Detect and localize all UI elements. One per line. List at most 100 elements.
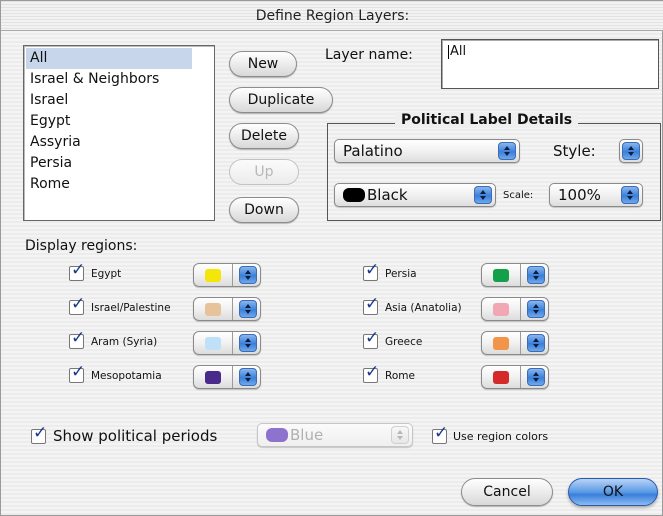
new-button[interactable]: New (229, 51, 297, 77)
checkmark-icon: ✓ (71, 294, 86, 314)
list-item[interactable]: Persia (24, 153, 214, 174)
label-color-popup[interactable]: Black (334, 183, 496, 207)
region-label: Rome (385, 370, 415, 382)
rome-checkbox[interactable]: ✓ (363, 364, 379, 383)
scale-popup[interactable]: 100% (549, 183, 643, 207)
aram-syria-color-popup[interactable] (193, 331, 261, 355)
window-title: Define Region Layers: (255, 8, 410, 24)
checkmark-icon: ✓ (365, 294, 380, 314)
checkmark-icon: ✓ (365, 260, 380, 280)
aram-syria-checkbox[interactable]: ✓ (69, 330, 85, 349)
cancel-button[interactable]: Cancel (461, 478, 553, 506)
divider (520, 332, 521, 354)
divider (520, 264, 521, 286)
color-chip (205, 269, 221, 282)
up-button[interactable]: Up (229, 159, 299, 185)
color-chip (205, 371, 221, 384)
list-item[interactable]: Israel & Neighbors (24, 69, 214, 90)
checkmark-icon: ✓ (33, 423, 48, 443)
popup-arrows-icon (239, 334, 257, 352)
region-label: Aram (Syria) (91, 336, 158, 348)
list-item[interactable]: All (26, 48, 192, 69)
popup-arrows-icon (527, 368, 545, 386)
popup-arrows-icon (239, 368, 257, 386)
checkmark-icon: ✓ (71, 260, 86, 280)
greece-color-popup[interactable] (481, 331, 549, 355)
checkmark-icon: ✓ (71, 328, 86, 348)
popup-arrows-icon (391, 426, 409, 444)
egypt-checkbox[interactable]: ✓ (69, 262, 85, 281)
color-swatch (266, 428, 288, 442)
region-label: Mesopotamia (91, 370, 162, 382)
color-chip (493, 303, 509, 316)
ok-button[interactable]: OK (568, 478, 658, 506)
list-item[interactable]: Assyria (24, 132, 214, 153)
divider (232, 298, 233, 320)
popup-arrows-icon (527, 300, 545, 318)
scale-label: Scale: (503, 190, 534, 201)
divider (232, 332, 233, 354)
checkmark-icon: ✓ (434, 423, 449, 443)
show-political-periods-label: Show political periods (53, 427, 218, 445)
color-chip (493, 337, 509, 350)
period-color-popup[interactable]: Blue (257, 423, 413, 447)
asia-anatolia-checkbox[interactable]: ✓ (363, 296, 379, 315)
color-swatch (343, 188, 365, 202)
persia-checkbox[interactable]: ✓ (363, 262, 379, 281)
asia-anatolia-color-popup[interactable] (481, 297, 549, 321)
divider (232, 264, 233, 286)
popup-arrows-icon (498, 142, 516, 160)
display-regions-label: Display regions: (25, 238, 138, 254)
mesopotamia-color-popup[interactable] (193, 365, 261, 389)
delete-button[interactable]: Delete (229, 123, 299, 149)
checkmark-icon: ✓ (365, 328, 380, 348)
rome-color-popup[interactable] (481, 365, 549, 389)
persia-color-popup[interactable] (481, 263, 549, 287)
popup-arrows-icon (239, 266, 257, 284)
israel-palestine-checkbox[interactable]: ✓ (69, 296, 85, 315)
period-color-value: Blue (290, 426, 324, 444)
use-region-colors-checkbox[interactable]: ✓ (432, 425, 448, 444)
show-political-periods-checkbox[interactable]: ✓ (31, 425, 47, 444)
color-chip (205, 303, 221, 316)
scale-value: 100% (558, 186, 601, 204)
region-label: Egypt (91, 268, 122, 280)
region-label: Persia (385, 268, 417, 280)
style-popup[interactable] (619, 139, 643, 163)
duplicate-button[interactable]: Duplicate (229, 87, 333, 113)
region-label: Israel/Palestine (91, 302, 171, 314)
israel-palestine-color-popup[interactable] (193, 297, 261, 321)
font-popup[interactable]: Palatino (334, 139, 520, 163)
checkmark-icon: ✓ (71, 362, 86, 382)
divider (520, 366, 521, 388)
color-chip (493, 269, 509, 282)
popup-arrows-icon (527, 334, 545, 352)
use-region-colors-label: Use region colors (453, 430, 549, 443)
dialog-window: Define Region Layers: All Israel & Neigh… (0, 0, 663, 516)
list-item[interactable]: Rome (24, 174, 214, 195)
layer-list[interactable]: All Israel & Neighbors Israel Egypt Assy… (23, 45, 215, 221)
title-bar: Define Region Layers: (1, 1, 663, 31)
popup-arrows-icon (527, 266, 545, 284)
layer-name-input[interactable]: All (441, 39, 659, 89)
font-value: Palatino (343, 142, 403, 160)
layer-name-value: All (450, 44, 467, 59)
divider (520, 298, 521, 320)
list-item[interactable]: Egypt (24, 111, 214, 132)
color-chip (205, 337, 221, 350)
popup-arrows-icon (621, 186, 639, 204)
style-label: Style: (553, 142, 596, 160)
popup-arrows-icon (622, 142, 640, 160)
political-label-title: Political Label Details (395, 112, 579, 128)
text-caret (448, 44, 449, 59)
region-label: Asia (Anatolia) (385, 302, 462, 314)
greece-checkbox[interactable]: ✓ (363, 330, 379, 349)
egypt-color-popup[interactable] (193, 263, 261, 287)
list-item[interactable]: Israel (24, 90, 214, 111)
popup-arrows-icon (474, 186, 492, 204)
mesopotamia-checkbox[interactable]: ✓ (69, 364, 85, 383)
popup-arrows-icon (239, 300, 257, 318)
layer-name-label: Layer name: (325, 47, 413, 63)
divider (232, 366, 233, 388)
down-button[interactable]: Down (229, 197, 299, 223)
